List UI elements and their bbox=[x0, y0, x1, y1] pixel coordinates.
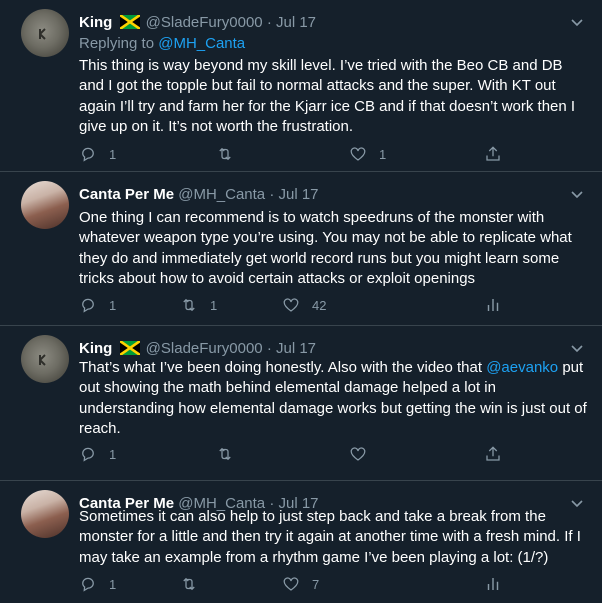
separator-dot: · bbox=[269, 186, 275, 203]
like-count: 1 bbox=[379, 146, 387, 162]
retweet-count: 1 bbox=[210, 297, 218, 313]
reply-button[interactable]: 1 bbox=[79, 575, 116, 593]
separator-dot: · bbox=[266, 340, 272, 357]
retweet-button[interactable] bbox=[216, 445, 234, 463]
heart-icon bbox=[283, 577, 299, 591]
tweet[interactable]: King @SladeFury0000 · Jul 17 Replying to… bbox=[0, 0, 602, 172]
user-handle[interactable]: @MH_Canta bbox=[178, 186, 265, 203]
like-button[interactable]: 1 bbox=[349, 145, 386, 163]
tweet-date[interactable]: Jul 17 bbox=[279, 186, 319, 203]
like-count: 42 bbox=[312, 297, 327, 313]
reply-icon bbox=[82, 577, 94, 592]
like-count: 7 bbox=[312, 576, 320, 592]
tweet-text: This thing is way beyond my skill level.… bbox=[79, 57, 576, 135]
reply-icon bbox=[82, 147, 94, 162]
tweet[interactable]: Canta Per Me @MH_Canta · Jul 17 Sometime… bbox=[0, 481, 602, 603]
tweet[interactable]: King @SladeFury0000 · Jul 17 That’s what… bbox=[0, 326, 602, 481]
share-button[interactable] bbox=[484, 145, 502, 163]
replying-to-link[interactable]: @MH_Canta bbox=[158, 35, 245, 52]
reply-count: 1 bbox=[109, 576, 117, 592]
analytics-icon bbox=[487, 299, 499, 311]
heart-icon bbox=[350, 447, 366, 461]
share-icon bbox=[486, 146, 500, 161]
avatar[interactable] bbox=[21, 181, 69, 229]
avatar[interactable] bbox=[21, 9, 69, 57]
retweet-icon bbox=[183, 577, 195, 591]
analytics-button[interactable] bbox=[484, 296, 502, 314]
chevron-down-icon[interactable] bbox=[569, 186, 585, 202]
reply-icon bbox=[82, 298, 94, 313]
reply-count: 1 bbox=[109, 446, 117, 462]
retweet-button[interactable]: 1 bbox=[180, 296, 217, 314]
display-name[interactable]: King bbox=[79, 14, 112, 31]
user-handle[interactable]: @SladeFury0000 bbox=[146, 340, 263, 357]
display-name[interactable]: Canta Per Me bbox=[79, 186, 174, 203]
user-handle[interactable]: @SladeFury0000 bbox=[146, 14, 263, 31]
like-button[interactable] bbox=[349, 445, 367, 463]
reply-button[interactable]: 1 bbox=[79, 296, 116, 314]
jamaica-flag-icon bbox=[118, 13, 141, 35]
share-icon bbox=[486, 446, 500, 461]
heart-icon bbox=[283, 298, 299, 312]
analytics-button[interactable] bbox=[484, 575, 502, 593]
chevron-down-icon[interactable] bbox=[569, 340, 585, 356]
avatar[interactable] bbox=[21, 490, 69, 538]
tweet-text-part: That’s what I’ve been doing honestly. Al… bbox=[79, 359, 487, 376]
tweet-text: Sometimes it can also help to just step … bbox=[79, 508, 581, 566]
retweet-button[interactable] bbox=[180, 575, 198, 593]
retweet-icon bbox=[219, 147, 231, 161]
tweet-date[interactable]: Jul 17 bbox=[276, 340, 316, 357]
retweet-icon bbox=[219, 447, 231, 461]
share-button[interactable] bbox=[484, 445, 502, 463]
reply-count: 1 bbox=[109, 297, 117, 313]
replying-to: Replying to @MH_Canta bbox=[79, 35, 245, 52]
like-button[interactable]: 42 bbox=[282, 296, 326, 314]
reply-icon bbox=[82, 447, 94, 462]
replying-prefix: Replying to bbox=[79, 35, 159, 52]
chevron-down-icon[interactable] bbox=[569, 14, 585, 30]
analytics-icon bbox=[487, 578, 499, 590]
display-name[interactable]: King bbox=[79, 340, 112, 357]
tweet[interactable]: Canta Per Me @MH_Canta · Jul 17 One thin… bbox=[0, 172, 602, 326]
heart-icon bbox=[350, 147, 366, 161]
mention-link[interactable]: @aevanko bbox=[486, 359, 558, 376]
tweet-date[interactable]: Jul 17 bbox=[276, 14, 316, 31]
tweet-text: That’s what I’ve been doing honestly. Al… bbox=[79, 358, 588, 439]
separator-dot: · bbox=[266, 14, 272, 31]
tweet-text: One thing I can recommend is to watch sp… bbox=[79, 209, 572, 287]
avatar[interactable] bbox=[21, 335, 69, 383]
like-button[interactable]: 7 bbox=[282, 575, 319, 593]
reply-count: 1 bbox=[109, 146, 117, 162]
retweet-button[interactable] bbox=[216, 145, 246, 163]
retweet-icon bbox=[183, 298, 195, 312]
reply-button[interactable]: 1 bbox=[79, 145, 116, 163]
reply-button[interactable]: 1 bbox=[79, 445, 116, 463]
